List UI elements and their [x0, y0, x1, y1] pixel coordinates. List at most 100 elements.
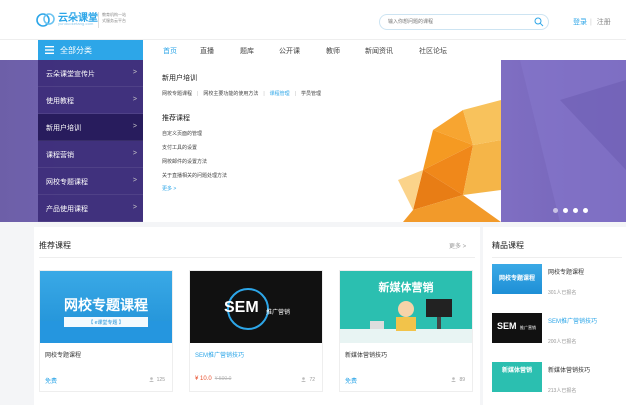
sidebar-item-promo-video[interactable]: 云朵课堂宣传片 > [38, 60, 143, 87]
premium-course-item[interactable]: SEM 推广营销 SEM推广营销技巧 200人已报名 [492, 313, 624, 353]
enroll-count-value: 125 [156, 377, 165, 383]
dropdown-link[interactable]: 网校主要功能的使用方法 [203, 91, 258, 97]
dropdown-rec-item[interactable]: 网校邮件的设置方法 [162, 158, 207, 165]
course-thumbnail[interactable]: 网校专题课程 [492, 264, 542, 294]
course-banner-text: 网校专题课程 [64, 297, 148, 313]
chevron-right-icon: > [132, 204, 137, 211]
recommended-section: 推荐课程 更多 > 网校专题课程 【 e课堂专题 】 网校专题课程 免费 125… [34, 227, 480, 405]
search-box[interactable] [379, 14, 549, 30]
dropdown-rec-item[interactable]: 自定义页面的管理 [162, 130, 202, 137]
enroll-count: 213人已报名 [548, 388, 577, 394]
thumb-text: SEM [497, 321, 517, 331]
enroll-count: 89 [451, 377, 465, 383]
dropdown-rec-item[interactable]: 支付工具的设置 [162, 144, 197, 151]
course-price: 免费 [345, 379, 358, 385]
enroll-count-value: 72 [309, 377, 315, 383]
course-price: 免费 [45, 379, 58, 385]
divider [492, 257, 622, 258]
auth-links: 登录 | 注册 [573, 17, 614, 27]
course-thumbnail[interactable]: SEM 推广营销 [190, 271, 322, 343]
nav-forum[interactable]: 社区论坛 [419, 46, 447, 56]
sidebar-item-label: 产品使用课程 [46, 206, 88, 213]
nav-question-bank[interactable]: 题库 [240, 46, 254, 56]
carousel-dot[interactable] [553, 208, 558, 213]
all-categories-label: 全部分类 [60, 46, 92, 55]
dropdown-link-active[interactable]: 课程管理 [270, 91, 290, 97]
dropdown-title-recommend: 推荐课程 [162, 115, 190, 122]
course-card[interactable]: SEM 推广营销 SEM推广营销技巧 ¥ 10.0 ¥ 500.0 72 [189, 270, 323, 392]
course-name[interactable]: 网校专题课程 [548, 267, 584, 276]
logo-divider [98, 12, 99, 28]
course-thumbnail[interactable]: 网校专题课程 【 e课堂专题 】 [40, 271, 172, 343]
person-icon [301, 377, 307, 382]
all-categories-button[interactable]: 全部分类 [38, 40, 143, 60]
thumb-text: 网校专题课程 [498, 276, 535, 282]
dropdown-links: 网校专题课程 | 网校主要功能的使用方法 | 课程管理 | 学员管理 [162, 91, 321, 97]
course-price: ¥ 10.0 ¥ 500.0 [195, 376, 231, 382]
course-thumbnail[interactable]: SEM 推广营销 [492, 313, 542, 343]
nav-news[interactable]: 新闻资讯 [365, 46, 393, 56]
sidebar-item-course-marketing[interactable]: 课程营销 > [38, 141, 143, 168]
sidebar-item-label: 课程营销 [46, 152, 74, 159]
sidebar-item-school-topics[interactable]: 网校专题课程 > [38, 168, 143, 195]
dropdown-more-link[interactable]: 更多 > [162, 185, 176, 192]
sidebar-item-label: 网校专题课程 [46, 179, 88, 186]
more-link[interactable]: 更多 > [449, 241, 466, 250]
enroll-count: 125 [148, 377, 165, 383]
course-banner-sub: 推广营销 [266, 310, 291, 316]
divider [39, 257, 475, 258]
search-icon[interactable] [534, 17, 544, 27]
category-dropdown-panel: 新用户培训 网校专题课程 | 网校主要功能的使用方法 | 课程管理 | 学员管理 推荐课程 … [143, 60, 501, 222]
dropdown-link[interactable]: 网校专题课程 [162, 91, 192, 97]
thumb-text: 新媒体营销 [501, 368, 532, 374]
course-title[interactable]: 新媒体营销技巧 [345, 350, 387, 359]
sidebar-item-label: 使用教程 [46, 98, 74, 105]
course-thumbnail[interactable]: 新媒体营销 [492, 362, 542, 392]
search-input[interactable] [388, 18, 528, 26]
thumb-sub: 推广营销 [520, 325, 536, 330]
carousel-dot[interactable] [563, 208, 568, 213]
person-icon [148, 377, 154, 382]
cloud-logo-icon [36, 13, 55, 27]
nav-home[interactable]: 首页 [163, 46, 177, 56]
menu-icon [45, 46, 54, 54]
nav-open-class[interactable]: 公开课 [279, 46, 300, 56]
dropdown-rec-item[interactable]: 关于直播相关的问题处理方法 [162, 172, 227, 179]
logo-slogan-line-2: 式服务云平台 [102, 18, 126, 23]
premium-course-item[interactable]: 新媒体营销 新媒体营销技巧 213人已报名 [492, 362, 624, 402]
course-name[interactable]: SEM推广营销技巧 [548, 316, 597, 325]
course-title[interactable]: 网校专题课程 [45, 350, 81, 359]
course-card[interactable]: 网校专题课程 【 e课堂专题 】 网校专题课程 免费 125 [39, 270, 173, 392]
register-link[interactable]: 注册 [597, 19, 611, 26]
nav-teachers[interactable]: 教师 [326, 46, 340, 56]
course-banner-text: 新媒体营销 [378, 282, 434, 294]
course-name[interactable]: 新媒体营销技巧 [548, 365, 590, 374]
banner-decoration [520, 60, 626, 222]
course-banner-sub: 【 e课堂专题 】 [88, 320, 124, 326]
section-title: 推荐课程 [39, 241, 71, 250]
course-price-value: ¥ 10.0 [195, 376, 212, 382]
course-title[interactable]: SEM推广营销技巧 [195, 350, 244, 359]
site-logo[interactable]: 云朵课堂 yunduoketang.com 教育机构一站 式服务云平台 [36, 9, 158, 31]
carousel-dot[interactable] [583, 208, 588, 213]
enroll-count: 200人已报名 [548, 339, 577, 345]
enroll-count: 301人已报名 [548, 290, 577, 296]
course-old-price: ¥ 500.0 [214, 376, 232, 382]
course-card[interactable]: 新媒体营销 新媒体营销技巧 免费 89 [339, 270, 473, 392]
enroll-count-value: 89 [459, 377, 465, 383]
course-banner-text: SEM [224, 299, 259, 316]
course-thumbnail[interactable]: 新媒体营销 [340, 271, 472, 343]
logo-domain: yunduoketang.com [58, 21, 94, 26]
sidebar-item-tutorial[interactable]: 使用教程 > [38, 87, 143, 114]
dropdown-link[interactable]: 学员管理 [301, 91, 321, 97]
login-link[interactable]: 登录 [573, 19, 587, 26]
chevron-right-icon: > [132, 96, 137, 103]
top-header: 云朵课堂 yunduoketang.com 教育机构一站 式服务云平台 登录| … [0, 0, 626, 40]
sidebar-item-product-usage[interactable]: 产品使用课程 > [38, 195, 143, 222]
nav-live[interactable]: 直播 [200, 46, 214, 56]
main-nav: 全部分类 首页 直播 题库 公开课 教师 新闻资讯 社区论坛 [0, 40, 626, 60]
premium-course-item[interactable]: 网校专题课程 网校专题课程 301人已报名 [492, 264, 624, 304]
sidebar-item-new-user-training[interactable]: 新用户培训 > [38, 114, 143, 141]
category-sidebar: 云朵课堂宣传片 > 使用教程 > 新用户培训 > 课程营销 > 网校专题课程 >… [38, 60, 143, 222]
carousel-dot[interactable] [573, 208, 578, 213]
